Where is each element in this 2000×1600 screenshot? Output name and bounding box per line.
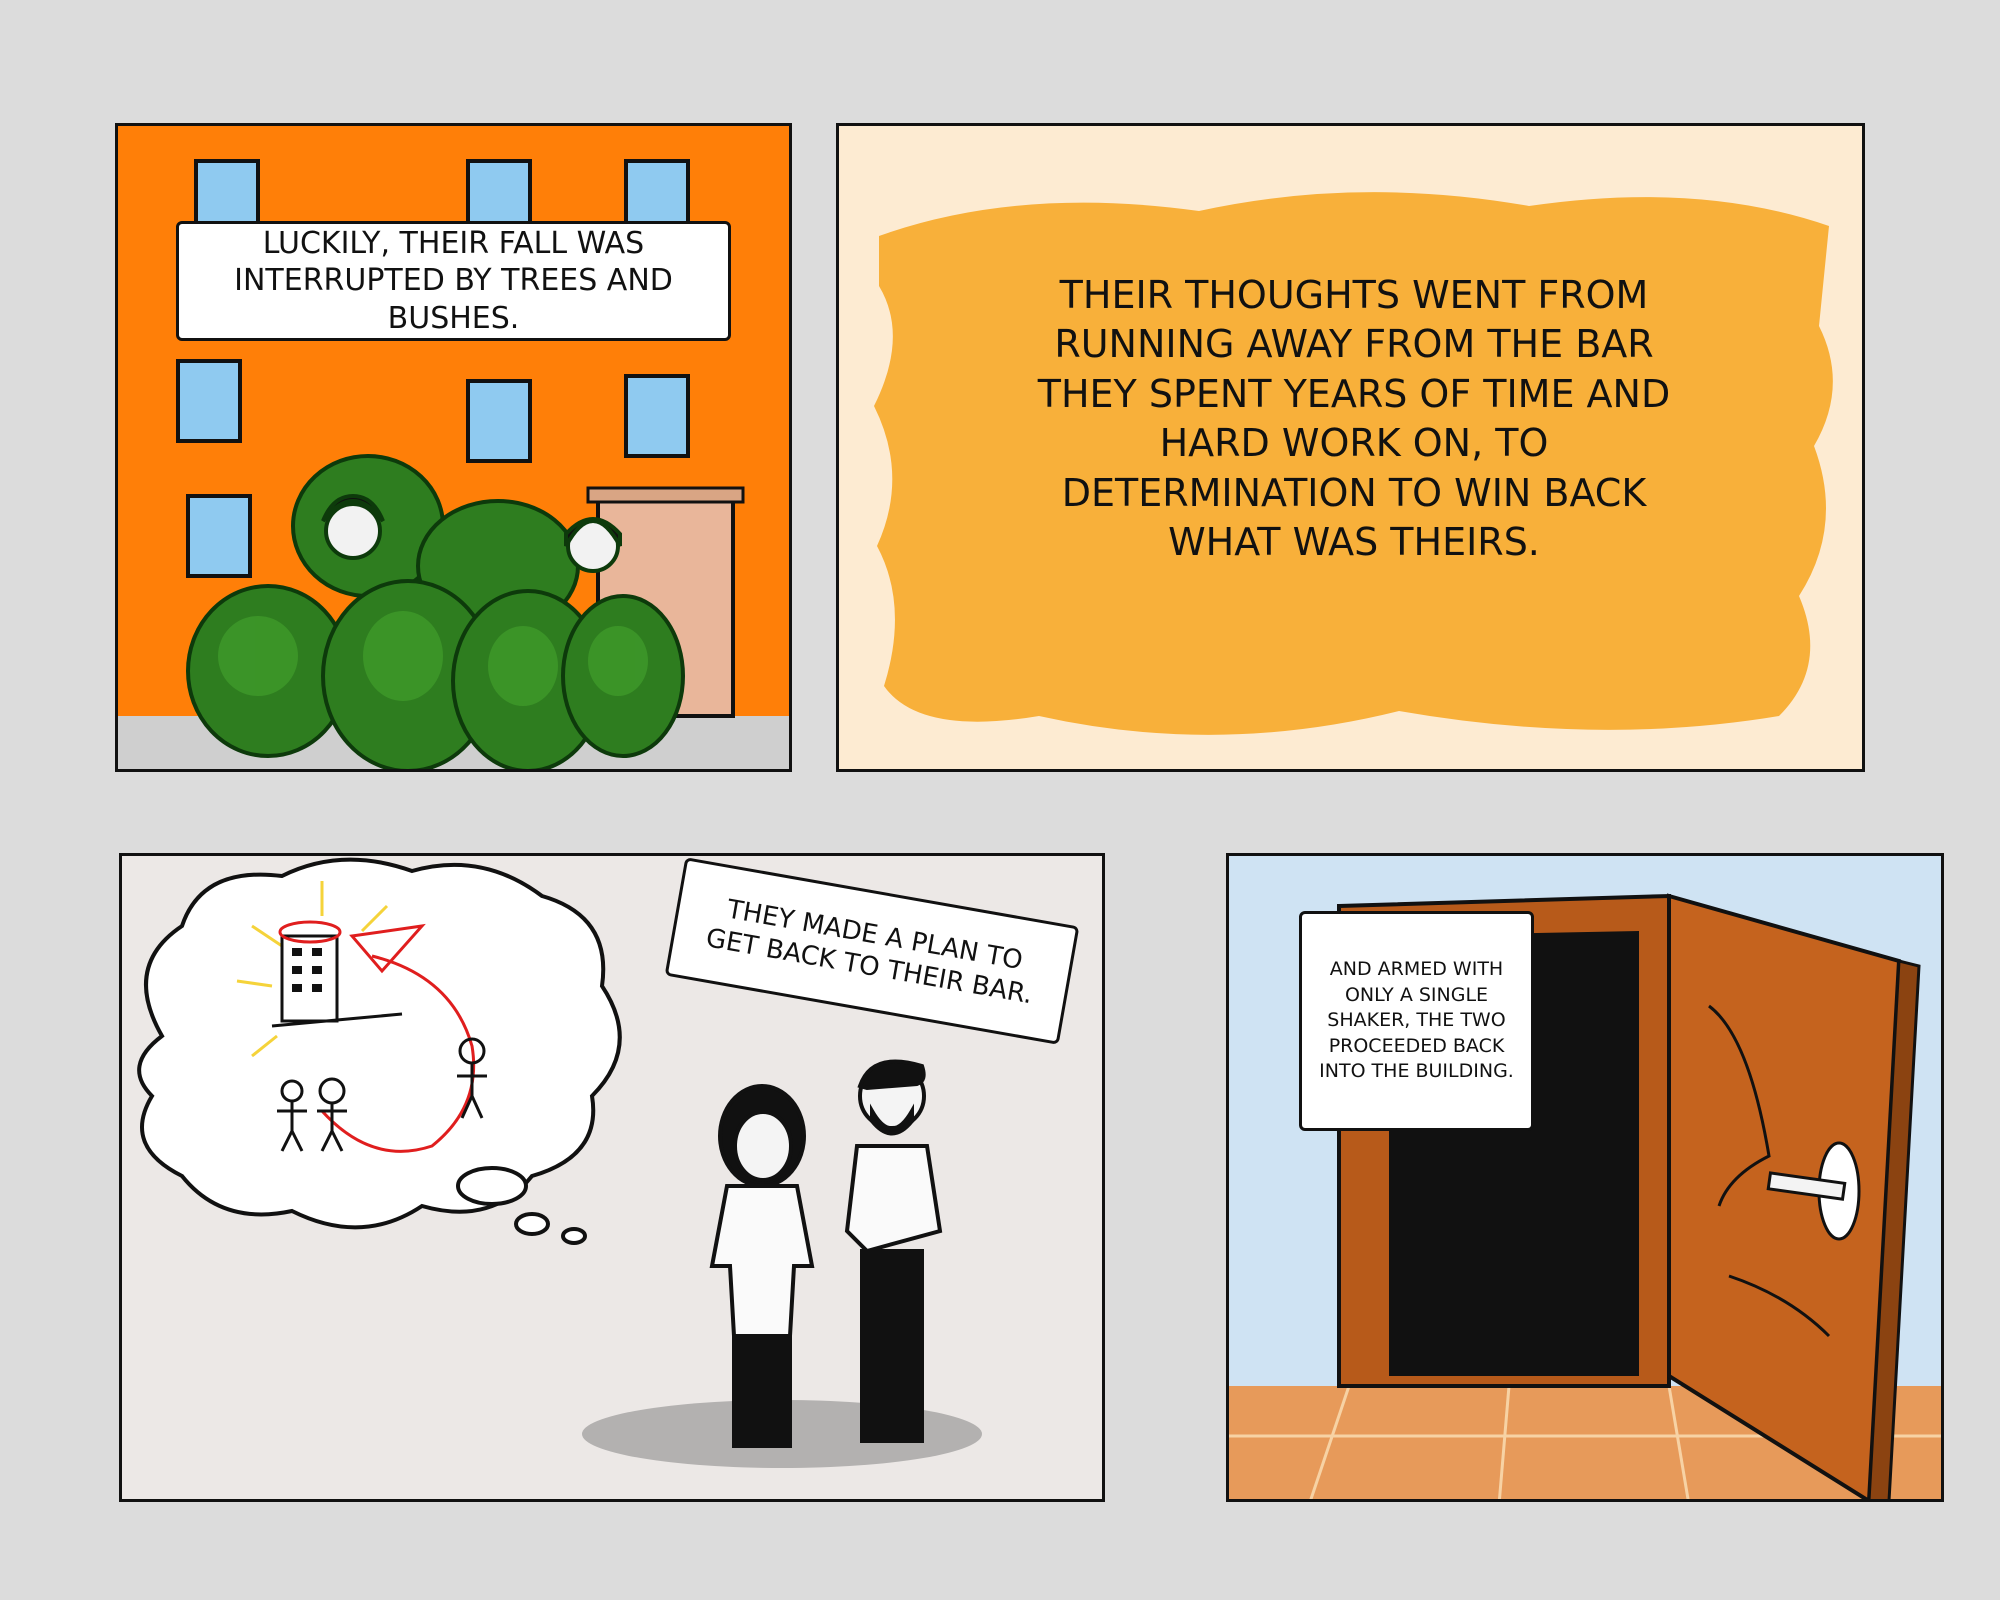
panel-bushes: LUCKILY, THEIR FALL WAS INTERRUPTED BY T… bbox=[115, 123, 792, 772]
thought-bubble bbox=[137, 857, 622, 1245]
caption-fall: LUCKILY, THEIR FALL WAS INTERRUPTED BY T… bbox=[176, 221, 731, 341]
panel-thoughts: THEIR THOUGHTS WENT FROM RUNNING AWAY FR… bbox=[836, 123, 1865, 772]
panel-plan: THEY MADE A PLAN TO GET BACK TO THEIR BA… bbox=[119, 853, 1105, 1502]
caption-armed: AND ARMED WITH ONLY A SINGLE SHAKER, THE… bbox=[1299, 911, 1534, 1131]
panel-door: AND ARMED WITH ONLY A SINGLE SHAKER, THE… bbox=[1226, 853, 1944, 1502]
thoughts-text: THEIR THOUGHTS WENT FROM RUNNING AWAY FR… bbox=[1037, 273, 1671, 564]
